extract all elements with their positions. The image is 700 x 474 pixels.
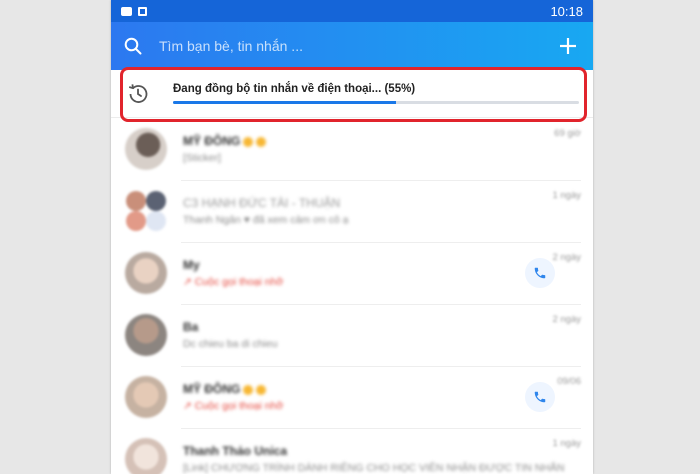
search-icon[interactable] bbox=[123, 36, 143, 56]
conversation-item[interactable]: Ba Dc chieu ba di chieu 2 ngày bbox=[111, 304, 593, 366]
avatar bbox=[125, 314, 167, 356]
search-input[interactable] bbox=[159, 31, 557, 61]
conversation-time: 2 ngày bbox=[552, 314, 581, 325]
avatar bbox=[125, 376, 167, 418]
sync-banner: Đang đồng bộ tin nhắn về điện thoại... (… bbox=[111, 70, 593, 118]
conversation-text: My ↗ Cuộc gọi thoại nhỡ bbox=[183, 258, 525, 288]
missed-call-text: Cuộc gọi thoại nhỡ bbox=[194, 276, 284, 288]
conversation-item[interactable]: C3 HẠNH ĐỨC TÀI - THUẬN Thanh Ngân ♥ đã … bbox=[111, 180, 593, 242]
conversation-name: MỸ ĐÔNG bbox=[183, 134, 583, 148]
chat-notification-icon bbox=[121, 6, 132, 16]
add-button[interactable] bbox=[557, 35, 579, 57]
status-icons bbox=[121, 6, 147, 16]
avatar bbox=[125, 438, 167, 474]
missed-call-icon: ↗ bbox=[183, 400, 195, 412]
conversation-text: Thanh Thảo Unica [Link] CHƯƠNG TRÌNH DÀN… bbox=[183, 444, 583, 474]
conversation-name: My bbox=[183, 258, 200, 272]
conversation-text: MỸ ĐÔNG [Sticker] bbox=[183, 134, 583, 164]
history-icon bbox=[125, 81, 151, 107]
conversation-preview: [Link] CHƯƠNG TRÌNH DÀNH RIÊNG CHO HỌC V… bbox=[183, 462, 565, 474]
conversation-item[interactable]: MỸ ĐÔNG ↗ Cuộc gọi thoại nhỡ 09/06 bbox=[111, 366, 593, 428]
avatar bbox=[125, 128, 167, 170]
group-avatar bbox=[125, 190, 167, 232]
conversation-time: 1 ngày bbox=[552, 438, 581, 449]
conversation-time: 2 ngày bbox=[552, 252, 581, 263]
sync-progress-fill bbox=[173, 101, 397, 104]
conversation-preview: ↗ Cuộc gọi thoại nhỡ bbox=[183, 400, 525, 412]
emoji-icon bbox=[243, 136, 254, 147]
avatar bbox=[125, 252, 167, 294]
emoji-icon bbox=[256, 384, 267, 395]
conversation-item[interactable]: Thanh Thảo Unica [Link] CHƯƠNG TRÌNH DÀN… bbox=[111, 428, 593, 474]
conversation-name: C3 HẠNH ĐỨC TÀI - THUẬN bbox=[183, 196, 341, 210]
conversation-item[interactable]: MỸ ĐÔNG [Sticker] 69 giờ bbox=[111, 118, 593, 180]
sync-progress-bar bbox=[173, 101, 579, 104]
conversation-text: Ba Dc chieu ba di chieu bbox=[183, 320, 583, 350]
conversation-preview: Dc chieu ba di chieu bbox=[183, 338, 278, 350]
conversation-preview: Thanh Ngân ♥ đã xem cảm ơn cô ạ bbox=[183, 214, 349, 226]
missed-call-icon: ↗ bbox=[183, 276, 195, 288]
conversation-text: C3 HẠNH ĐỨC TÀI - THUẬN Thanh Ngân ♥ đã … bbox=[183, 196, 583, 226]
conversation-item[interactable]: My ↗ Cuộc gọi thoại nhỡ 2 ngày bbox=[111, 242, 593, 304]
emoji-icon bbox=[256, 136, 267, 147]
app-header bbox=[111, 22, 593, 70]
conversation-list: MỸ ĐÔNG [Sticker] 69 giờ C3 HẠNH ĐỨC TÀI… bbox=[111, 118, 593, 474]
missed-call-text: Cuộc gọi thoại nhỡ bbox=[194, 400, 284, 412]
conversation-time: 1 ngày bbox=[552, 190, 581, 201]
conversation-preview: ↗ Cuộc gọi thoại nhỡ bbox=[183, 276, 525, 288]
call-button[interactable] bbox=[525, 258, 555, 288]
conversation-name: Thanh Thảo Unica bbox=[183, 444, 288, 458]
phone-screen: 10:18 Đang đồng bộ tin nhắn về điện thoạ… bbox=[111, 0, 593, 474]
conversation-time: 09/06 bbox=[557, 376, 581, 387]
conversation-name-text: MỸ ĐÔNG bbox=[183, 382, 241, 396]
emoji-icon bbox=[243, 384, 254, 395]
conversation-text: MỸ ĐÔNG ↗ Cuộc gọi thoại nhỡ bbox=[183, 382, 525, 412]
status-bar: 10:18 bbox=[111, 0, 593, 22]
conversation-preview: [Sticker] bbox=[183, 152, 221, 164]
status-time: 10:18 bbox=[550, 3, 583, 19]
conversation-time: 69 giờ bbox=[554, 128, 581, 139]
app-notification-icon bbox=[138, 6, 147, 16]
conversation-name: MỸ ĐÔNG bbox=[183, 382, 525, 396]
sync-status: Đang đồng bộ tin nhắn về điện thoại... (… bbox=[173, 83, 579, 104]
sync-status-text: Đang đồng bộ tin nhắn về điện thoại... (… bbox=[173, 83, 416, 95]
conversation-name: Ba bbox=[183, 320, 199, 334]
conversation-name-text: MỸ ĐÔNG bbox=[183, 134, 241, 148]
call-button[interactable] bbox=[525, 382, 555, 412]
